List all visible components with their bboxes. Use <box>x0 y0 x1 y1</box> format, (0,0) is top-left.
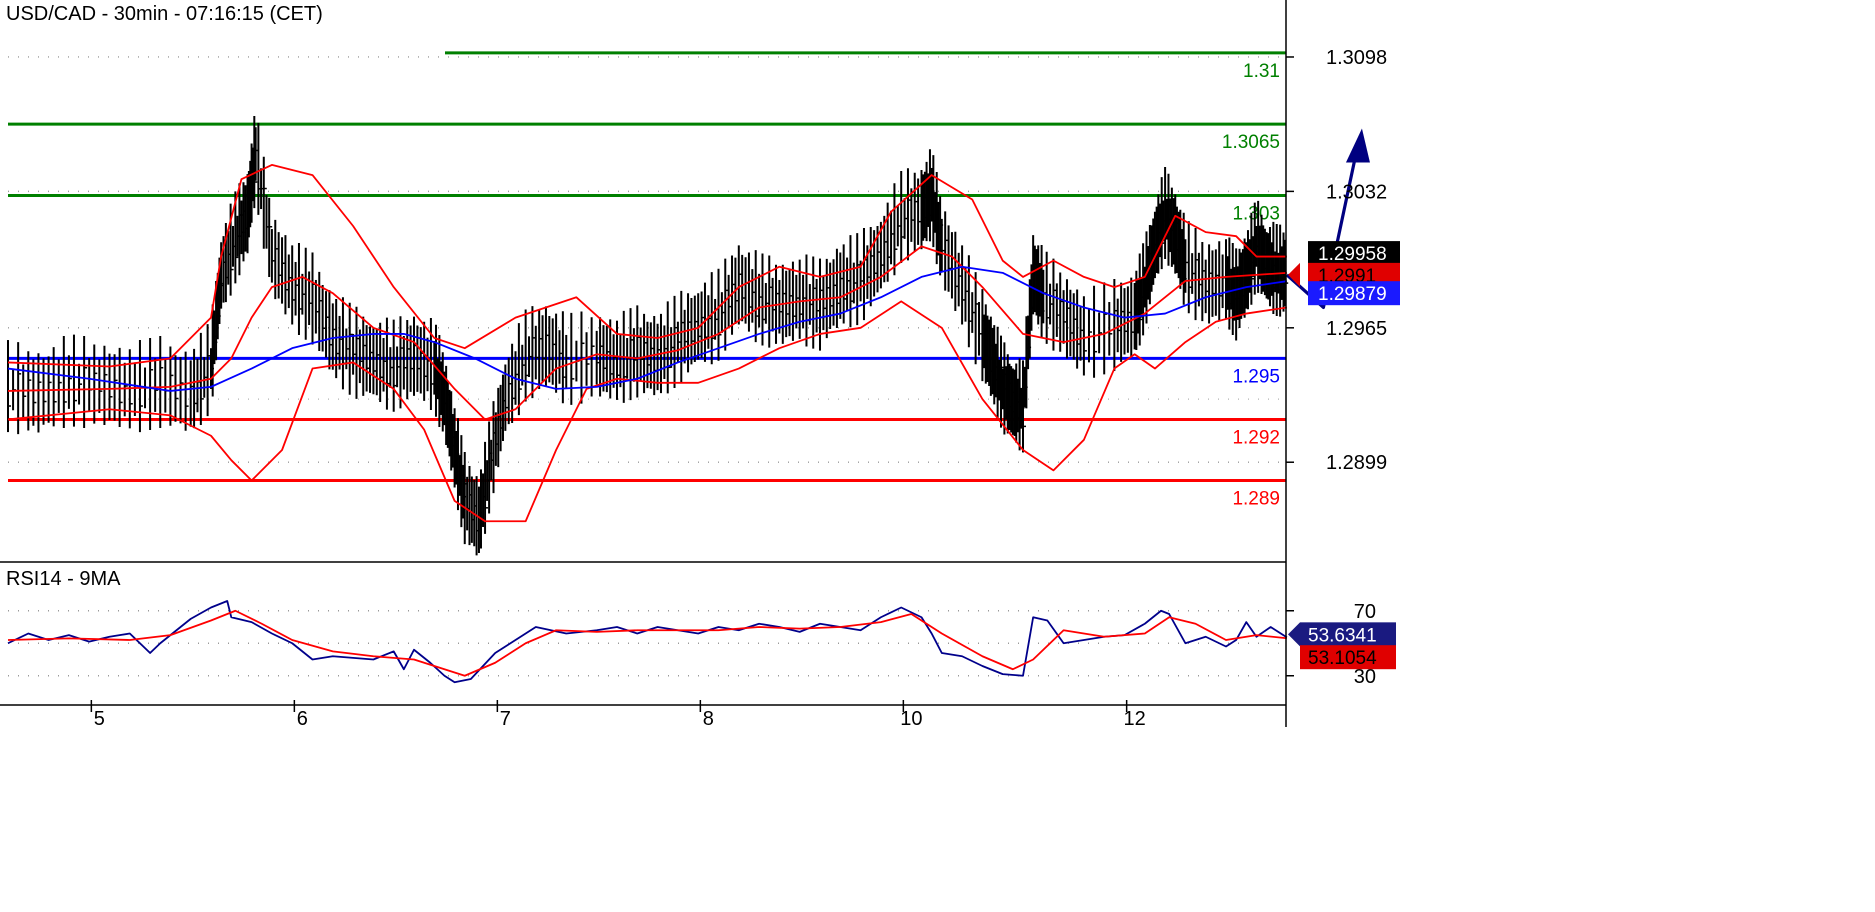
price-panel: USD/CAD - 30min - 07:16:15 (CET) 1.31 1.30… <box>6 3 1400 556</box>
forecast-arrow-icon <box>1345 128 1370 163</box>
y-tick-label: 70 <box>1354 601 1376 623</box>
x-tick-label: 7 <box>500 708 511 730</box>
level-label: 1.303 <box>1232 203 1280 224</box>
level-label: 1.289 <box>1232 489 1280 510</box>
chart-canvas: USD/CAD - 30min - 07:16:15 (CET) 1.31 1.30… <box>0 0 1400 730</box>
rsi-tag: 53.1054 <box>1300 645 1396 670</box>
price-tag-label: 1.29879 <box>1318 284 1387 305</box>
level-label: 1.31 <box>1243 61 1280 82</box>
price-tag: 1.29958 <box>1308 241 1400 266</box>
y-tick-label: 1.2965 <box>1326 318 1387 340</box>
rsi-title: RSI14 - 9MA <box>6 568 121 590</box>
rsi-tag-pointer <box>1288 622 1300 647</box>
rsi-tag-label: 53.6341 <box>1308 625 1377 646</box>
price-tag: 1.29879 <box>1308 281 1400 306</box>
x-tick-label: 8 <box>703 708 714 730</box>
level-label: 1.3065 <box>1222 132 1280 153</box>
rsi-tag-label: 53.1054 <box>1308 648 1377 669</box>
x-tick-label: 5 <box>94 708 105 730</box>
x-tick-label: 10 <box>900 708 922 730</box>
y-tick-label: 1.3098 <box>1326 47 1387 69</box>
price-tag-label: 1.29958 <box>1318 244 1387 265</box>
x-tick-label: 6 <box>297 708 308 730</box>
y-tick-label: 1.2899 <box>1326 452 1387 474</box>
level-label: 1.292 <box>1232 427 1280 448</box>
level-label: 1.295 <box>1232 366 1280 387</box>
series-rsi <box>7 600 1288 684</box>
y-tick-label: 1.3032 <box>1326 181 1387 203</box>
series-rsi-ma <box>7 609 1287 677</box>
rsi-tag: 53.6341 <box>1288 622 1396 647</box>
chart-title: USD/CAD - 30min - 07:16:15 (CET) <box>6 3 323 25</box>
x-tick-label: 12 <box>1124 708 1146 730</box>
